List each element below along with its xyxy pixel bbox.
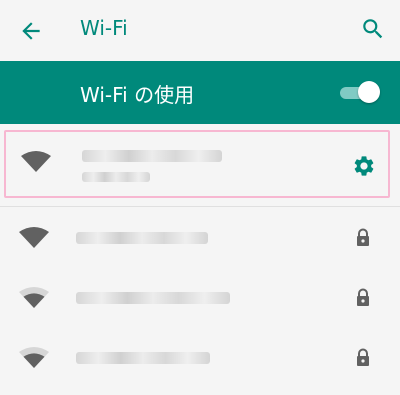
network-row[interactable] <box>0 208 400 266</box>
lock-icon <box>357 228 369 246</box>
network-ssid <box>0 208 1 209</box>
lock-icon <box>357 288 369 306</box>
network-name-redacted <box>82 150 222 162</box>
back-arrow-icon[interactable] <box>18 18 44 44</box>
lock-icon <box>357 348 369 366</box>
network-ssid <box>6 132 7 133</box>
network-row[interactable] <box>0 328 400 386</box>
toggle-thumb <box>358 81 380 103</box>
wifi-toggle[interactable] <box>340 81 380 105</box>
network-row[interactable] <box>0 268 400 326</box>
wifi-switch-label: Wi-Fi の使用 <box>80 83 195 107</box>
wifi-medium-icon <box>19 347 49 368</box>
app-bar: Wi-Fi <box>0 0 400 60</box>
wifi-master-switch-bar[interactable]: Wi-Fi の使用 <box>0 61 400 124</box>
network-name-redacted <box>76 292 230 304</box>
section-divider <box>0 206 400 207</box>
connected-network-row[interactable] <box>4 130 390 198</box>
gear-icon[interactable] <box>352 154 376 178</box>
network-ssid <box>0 328 1 329</box>
wifi-full-icon <box>21 151 51 172</box>
network-status-redacted <box>82 172 150 182</box>
network-name-redacted <box>76 232 208 244</box>
network-name-redacted <box>76 352 210 364</box>
network-ssid <box>0 268 1 269</box>
wifi-medium-icon <box>19 287 49 308</box>
wifi-full-icon <box>19 227 49 248</box>
page-title: Wi-Fi <box>80 16 128 40</box>
search-icon[interactable] <box>360 16 386 42</box>
